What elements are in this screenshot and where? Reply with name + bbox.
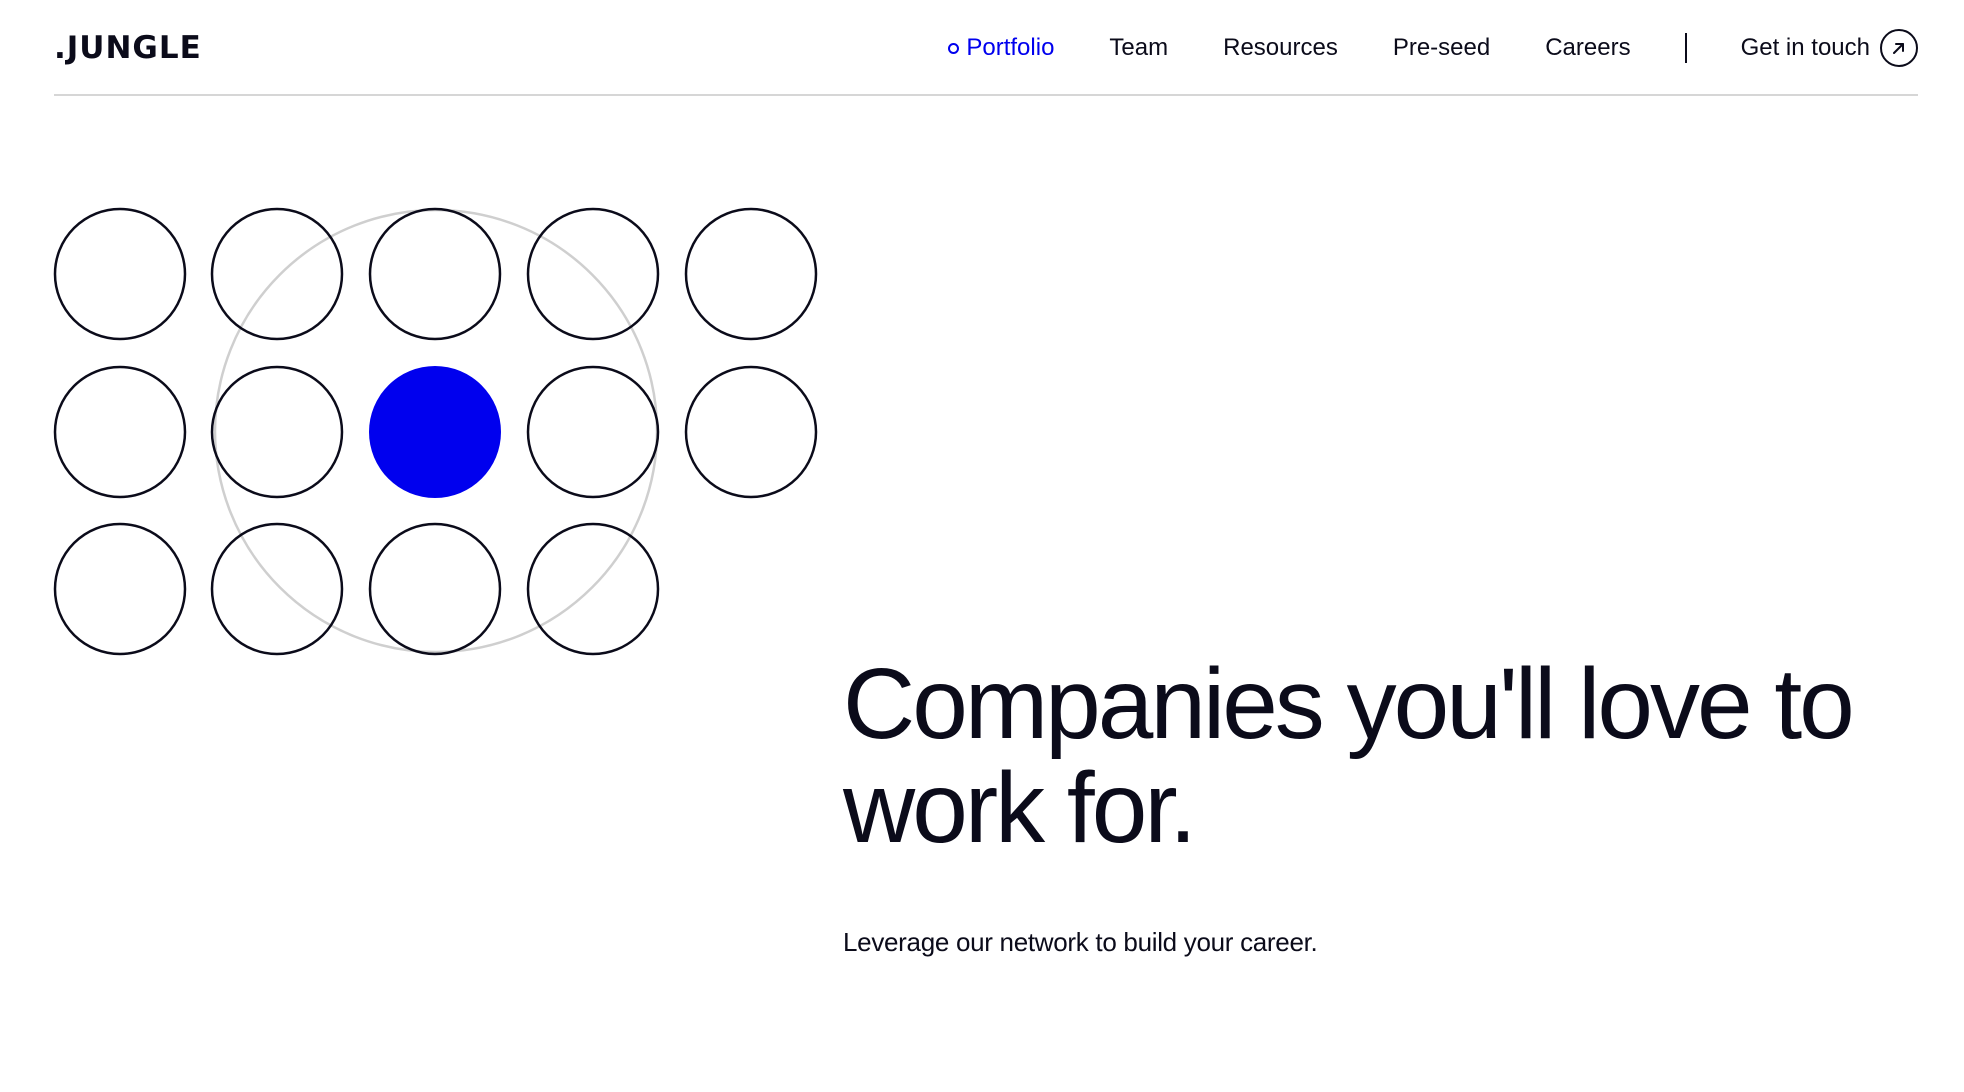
- hero-title: Companies you'll love to work for.: [843, 648, 1855, 864]
- page: .JUNGLE Portfolio Team Resources Pre-see…: [0, 0, 1964, 1092]
- grid-circle: [526, 365, 660, 499]
- nav-item-label: Pre-seed: [1392, 34, 1491, 61]
- nav-item-portfolio[interactable]: Portfolio: [948, 24, 1054, 72]
- main-nav: Portfolio Team Resources Pre-seed Career…: [948, 24, 1918, 72]
- nav-item-resources[interactable]: Resources: [1223, 24, 1338, 72]
- nav-item-label: Careers: [1545, 34, 1631, 61]
- nav-divider: [1684, 33, 1687, 63]
- hero-subtitle: Leverage our network to build your caree…: [843, 927, 1318, 957]
- grid-circle: [53, 522, 187, 656]
- arrow-up-right-icon: [1880, 29, 1918, 67]
- nav-item-label: Team: [1109, 34, 1169, 61]
- grid-circle: [53, 207, 187, 341]
- grid-circle: [368, 522, 502, 656]
- nav-item-label: Portfolio: [966, 34, 1055, 61]
- grid-circle: [526, 522, 660, 656]
- grid-circle: [210, 207, 344, 341]
- grid-circle: [210, 522, 344, 656]
- active-indicator-icon: [948, 42, 960, 54]
- grid-circle: [368, 207, 502, 341]
- nav-item-pre-seed[interactable]: Pre-seed: [1393, 24, 1490, 72]
- grid-circle: [684, 365, 818, 499]
- grid-circle: [53, 365, 187, 499]
- circle-grid-graphic: [53, 207, 818, 656]
- grid-circle: [684, 207, 818, 341]
- nav-item-label: Resources: [1223, 34, 1338, 61]
- get-in-touch-label: Get in touch: [1740, 34, 1870, 61]
- nav-item-team[interactable]: Team: [1109, 24, 1168, 72]
- grid-circle-filled: [369, 366, 501, 498]
- nav-item-careers[interactable]: Careers: [1545, 24, 1630, 72]
- grid-circle: [210, 365, 344, 499]
- get-in-touch-button[interactable]: Get in touch: [1741, 29, 1918, 67]
